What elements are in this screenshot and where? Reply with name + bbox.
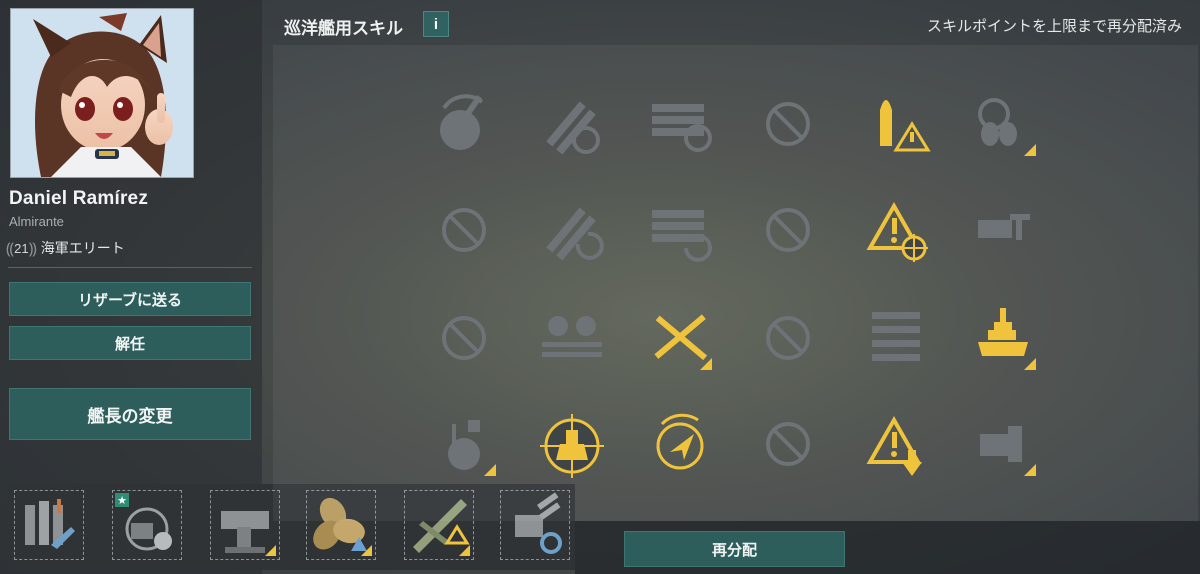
commander-rank: Almirante: [9, 214, 64, 229]
no-skill-icon[interactable]: [424, 298, 504, 378]
radar-turret-icon[interactable]: [424, 404, 504, 484]
crossed-guns-icon[interactable]: [640, 298, 720, 378]
reload-cycle-icon[interactable]: [532, 190, 612, 270]
engine-boost-icon[interactable]: [964, 84, 1044, 164]
skill-grid: [273, 45, 1198, 521]
info-button[interactable]: i: [423, 11, 449, 37]
laurel-left-icon: ⸨: [6, 241, 15, 258]
armor-plate-icon[interactable]: [964, 404, 1044, 484]
divider: [8, 267, 252, 268]
skill-points-status: スキルポイントを上限まで再分配済み: [926, 18, 1182, 35]
steering-gears-mod-icon[interactable]: [210, 490, 280, 560]
no-skill-icon[interactable]: [748, 404, 828, 484]
laurel-right-icon: ⸩: [28, 241, 37, 258]
reload-gauge-icon[interactable]: [532, 84, 612, 164]
no-skill-icon[interactable]: [424, 190, 504, 270]
secondary-battery-icon[interactable]: [964, 190, 1044, 270]
turret-rotation-icon[interactable]: [424, 84, 504, 164]
commander-name: Daniel Ramírez: [9, 188, 149, 209]
respec-button[interactable]: 再分配: [624, 531, 845, 567]
ship-target-icon[interactable]: [532, 404, 612, 484]
torpedo-rack-icon[interactable]: [856, 298, 936, 378]
commander-title: 海軍エリート: [40, 240, 125, 256]
torpedo-cycle-icon[interactable]: [640, 190, 720, 270]
ap-shell-warning-icon[interactable]: [856, 84, 936, 164]
no-skill-icon[interactable]: [748, 190, 828, 270]
aiming-system-mod-icon[interactable]: ★: [112, 490, 182, 560]
warning-target-icon[interactable]: [856, 190, 936, 270]
svg-text:★: ★: [117, 494, 127, 507]
skills-title: 巡洋艦用スキル: [284, 19, 403, 38]
superstructure-icon[interactable]: [964, 298, 1044, 378]
no-skill-icon[interactable]: [748, 84, 828, 164]
no-skill-icon[interactable]: [748, 298, 828, 378]
radar-arrow-icon[interactable]: [640, 404, 720, 484]
commander-portrait: [10, 8, 194, 178]
send-to-reserve-button[interactable]: リザーブに送る: [9, 282, 251, 316]
level-badge: ⸨ 21 ⸩: [6, 237, 37, 259]
warning-down-icon[interactable]: [856, 404, 936, 484]
level-number: 21: [14, 240, 29, 256]
depth-charge-icon[interactable]: [532, 298, 612, 378]
change-captain-button[interactable]: 艦長の変更: [9, 388, 251, 440]
main-battery-mod-icon[interactable]: [14, 490, 84, 560]
commander-level: ⸨ 21 ⸩ 海軍エリート: [6, 237, 125, 259]
torpedo-reload-icon[interactable]: [640, 84, 720, 164]
dismiss-button[interactable]: 解任: [9, 326, 251, 360]
